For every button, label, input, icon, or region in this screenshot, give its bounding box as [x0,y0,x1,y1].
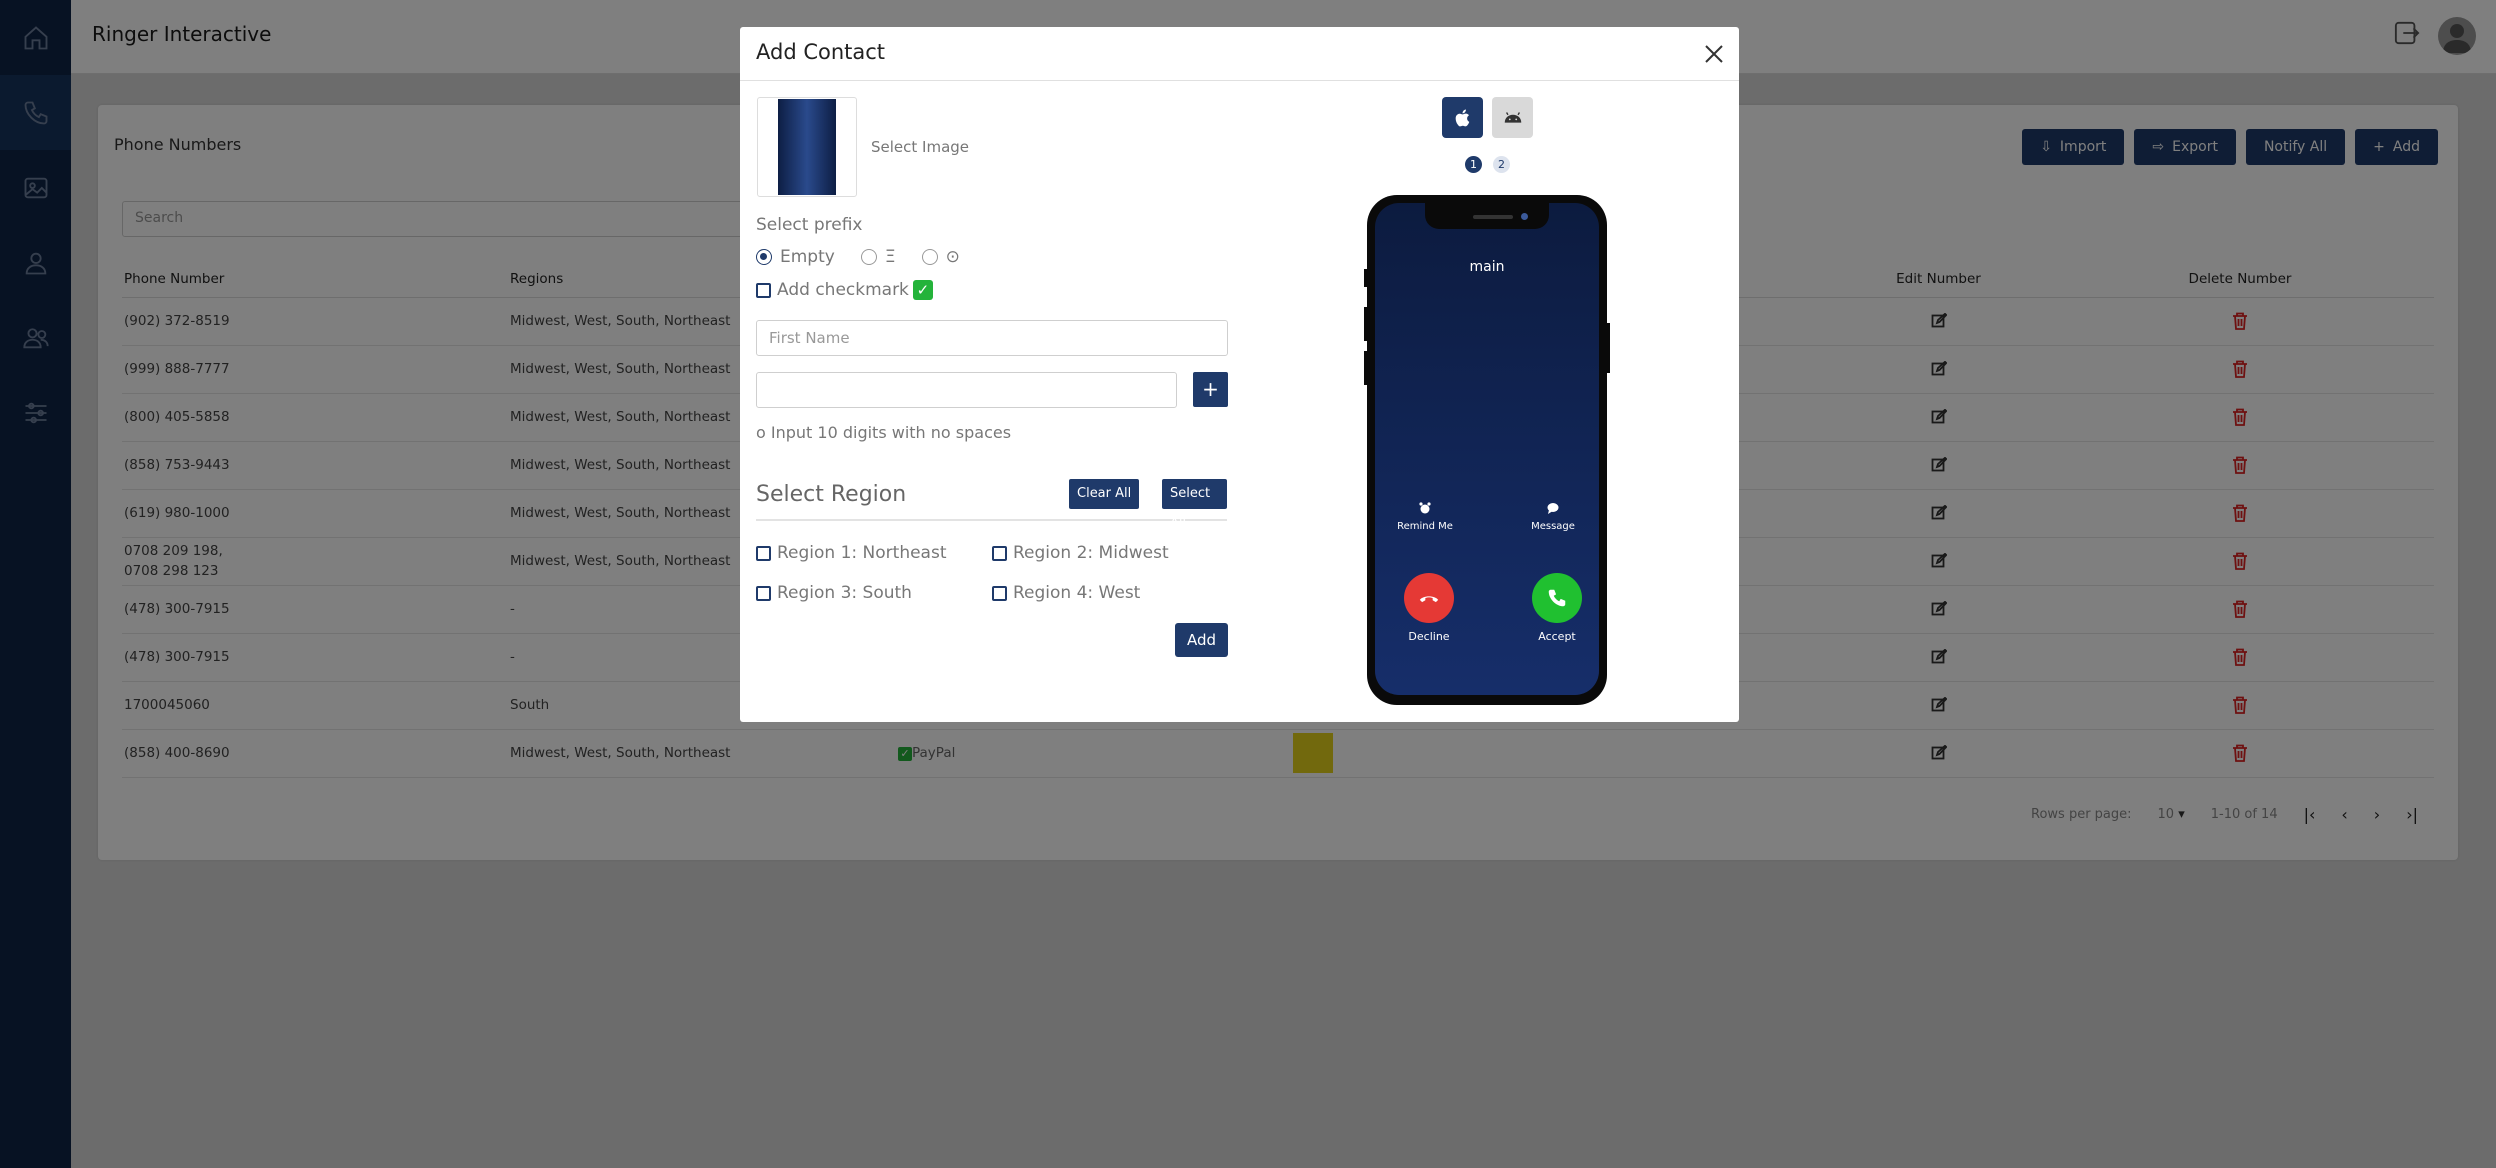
plus-icon: + [1202,377,1219,401]
region-midwest-label: Region 2: Midwest [1013,543,1169,563]
phone-icon [1548,589,1566,607]
phone-number-field[interactable] [756,372,1177,408]
add-checkmark-checkbox[interactable] [756,282,771,298]
message-action: Message [1513,501,1593,532]
message-icon [1547,503,1559,514]
decline-label: Decline [1408,630,1450,643]
add-checkmark-row: Add checkmark ✓ [756,280,933,300]
region-northeast[interactable]: Region 1: Northeast [756,543,947,563]
prefix-label: Select prefix [756,215,863,235]
region-west[interactable]: Region 4: West [992,583,1140,603]
accept-button [1532,573,1582,623]
phone-volume-up [1364,307,1368,341]
region-west-label: Region 4: West [1013,583,1141,603]
region-west-checkbox[interactable] [992,585,1007,601]
caller-name: main [1469,259,1505,275]
camera [1521,213,1528,220]
speaker [1473,215,1513,219]
close-button[interactable] [1699,39,1729,69]
modal-header: Add Contact [740,27,1739,81]
phone-preview: main Remind Me Message Decline Accept [1364,195,1610,705]
first-name-field[interactable]: First Name [756,320,1228,356]
hint-bullet: o [756,423,766,442]
region-south-checkbox[interactable] [756,585,771,601]
add-phone-button[interactable]: + [1193,372,1228,407]
add-contact-modal: Add Contact Select Image Select prefix E… [740,27,1739,722]
add-contact-submit-button[interactable]: Add [1175,623,1228,657]
apple-icon [1455,108,1469,126]
decline-button [1404,573,1454,623]
region-northeast-checkbox[interactable] [756,545,771,561]
prefix-option-empty-label: Empty [780,247,835,267]
modal-title: Add Contact [756,40,886,64]
phone-screen: main Remind Me Message Decline Accept [1375,203,1599,695]
region-northeast-label: Region 1: Northeast [777,543,947,563]
checkmark-icon: ✓ [912,280,933,300]
close-icon [1705,45,1723,63]
phone-power-button [1606,323,1610,373]
region-title: Select Region [756,482,907,507]
hang-up-icon [1419,596,1439,603]
prefix-radio-empty[interactable] [756,249,772,265]
ios-preview-button[interactable] [1442,97,1483,138]
contact-image [778,99,836,195]
phone-hint: o Input 10 digits with no spaces [756,423,1011,442]
region-south-label: Region 3: South [777,583,912,603]
phone-side-button [1364,269,1368,287]
select-image-link[interactable]: Select Image [871,138,969,156]
android-preview-button[interactable] [1492,97,1533,138]
alarm-icon [1419,502,1431,514]
remind-me-label: Remind Me [1397,521,1453,532]
prefix-radio-group: Empty Ξ ⊙ [756,247,960,267]
hint-text: Input 10 digits with no spaces [770,423,1012,442]
select-all-button[interactable]: Select All [1162,479,1227,531]
contact-image-preview[interactable] [757,97,857,197]
android-icon [1504,111,1521,123]
phone-volume-down [1364,351,1368,385]
region-midwest[interactable]: Region 2: Midwest [992,543,1169,563]
clear-all-button[interactable]: Clear All [1069,479,1140,509]
message-label: Message [1531,521,1575,532]
remind-me-action: Remind Me [1385,501,1465,532]
region-header: Select Region Clear All Select All [756,479,1227,531]
prefix-radio-circle[interactable] [921,249,938,265]
accept-label: Accept [1538,630,1576,643]
region-south[interactable]: Region 3: South [756,583,912,603]
prefix-option-xi-label: Ξ [884,247,896,267]
preview-step-1[interactable]: 1 [1465,156,1482,173]
preview-step-2[interactable]: 2 [1493,156,1510,173]
prefix-option-circle-label: ⊙ [945,247,960,267]
phone-notch [1425,203,1549,229]
prefix-radio-xi[interactable] [860,249,877,265]
add-checkmark-label: Add checkmark [777,280,909,300]
region-midwest-checkbox[interactable] [992,545,1007,561]
